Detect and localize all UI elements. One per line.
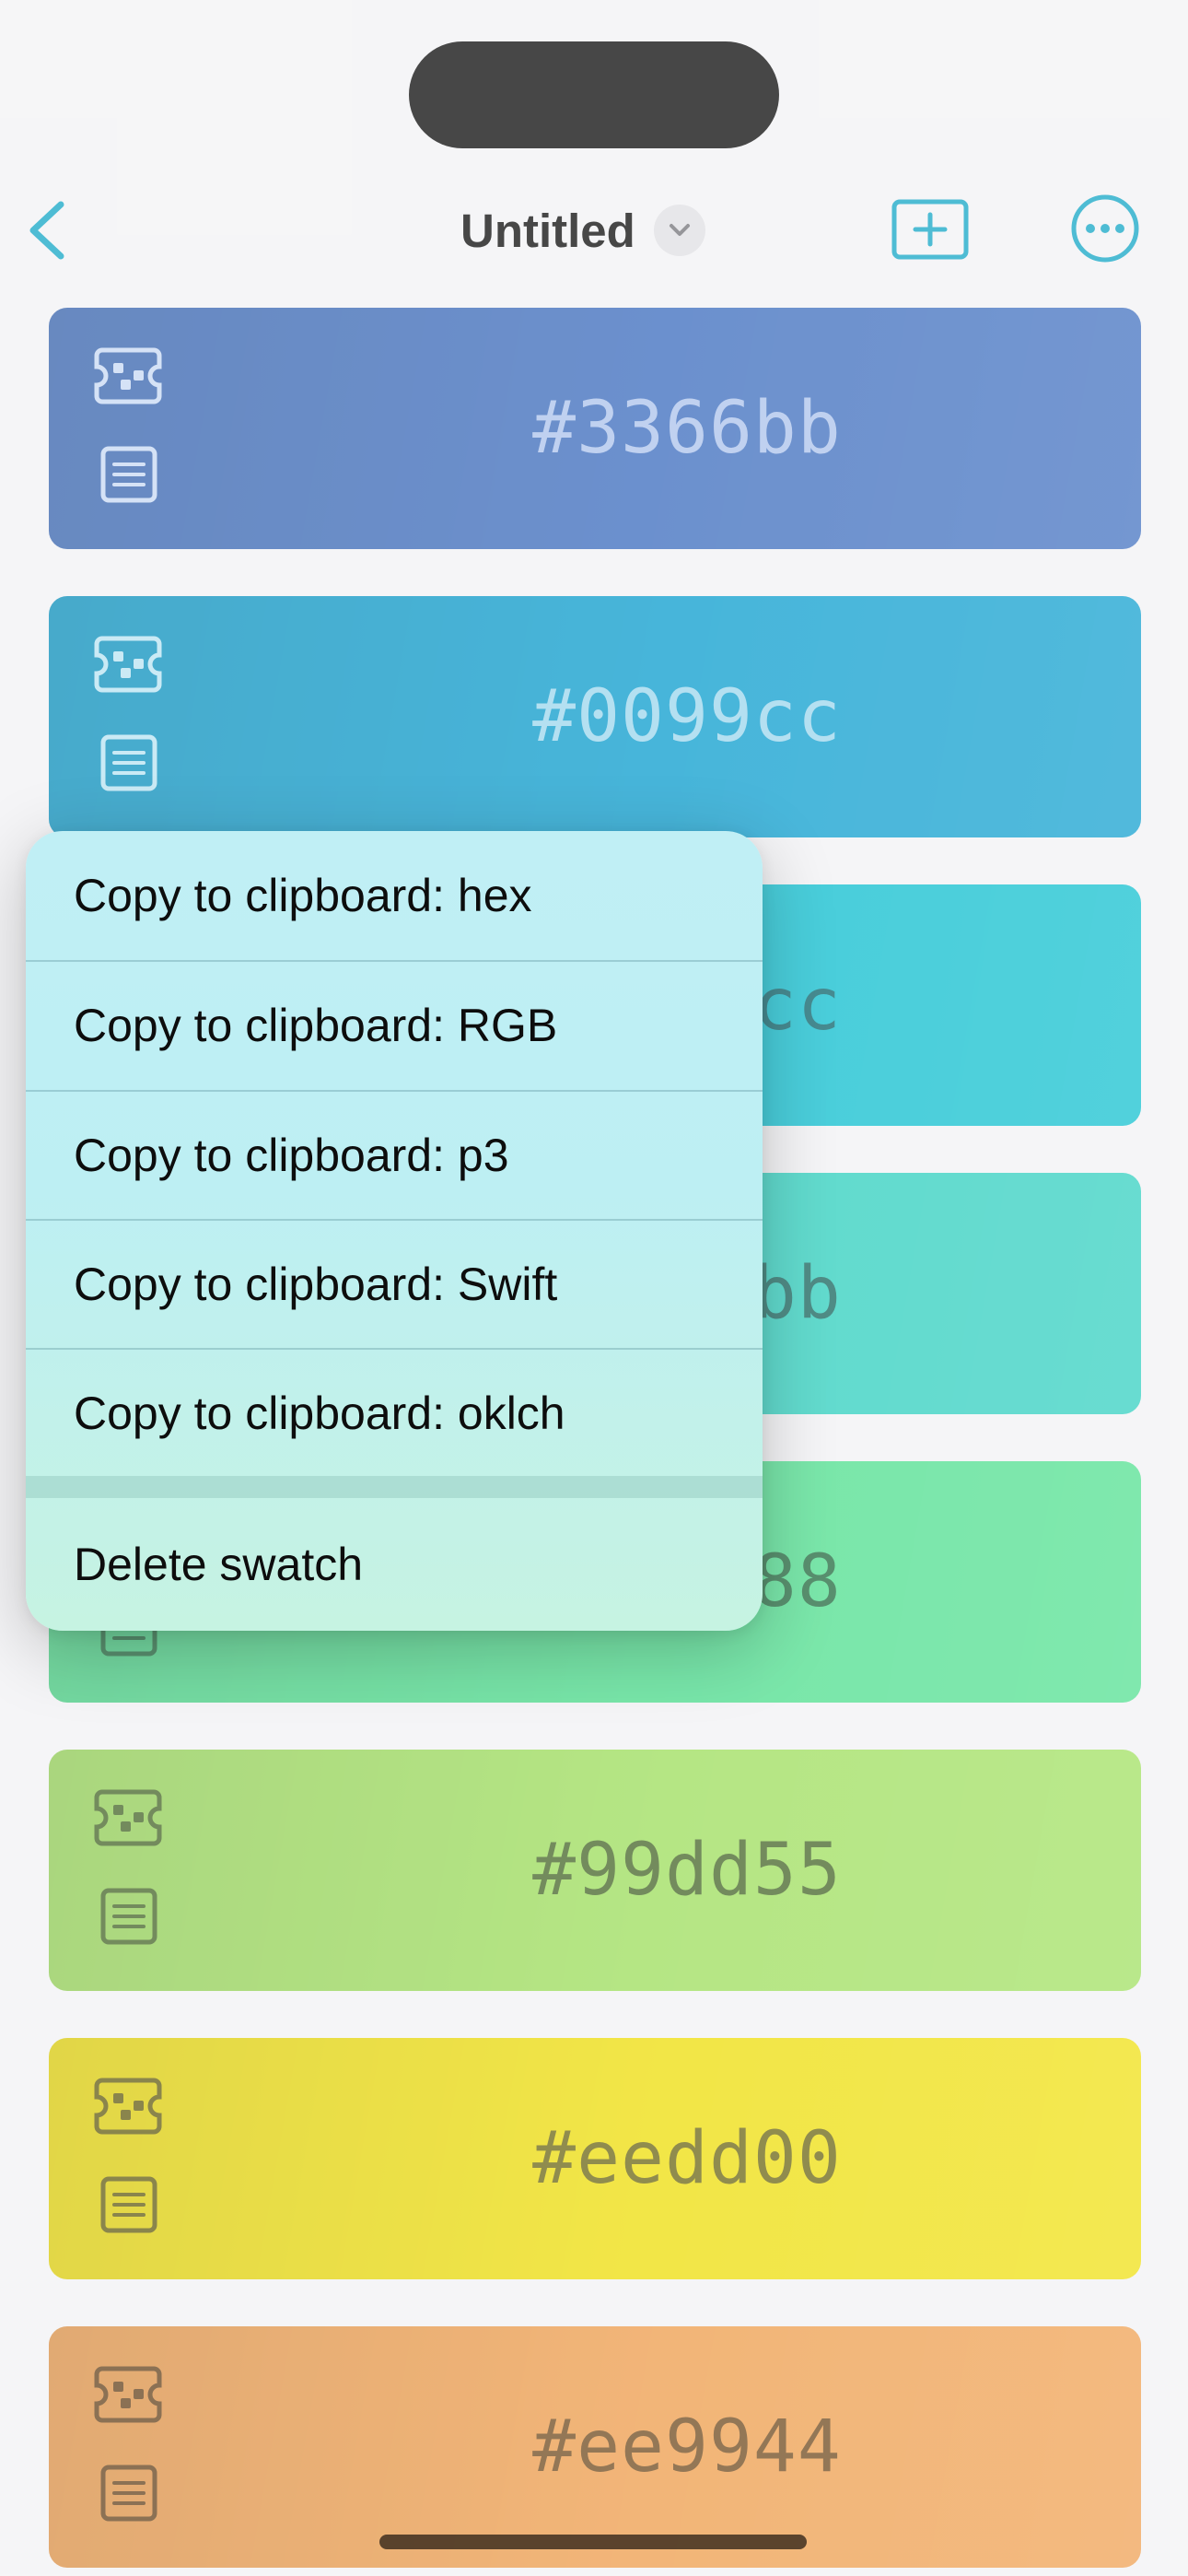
menu-item-label: Copy to clipboard: Swift — [74, 1259, 558, 1310]
swatch-hex-label: #0099cc — [532, 675, 842, 758]
menu-item-label: Copy to clipboard: p3 — [74, 1130, 509, 1181]
add-swatch-button[interactable] — [891, 199, 969, 260]
palette-icon[interactable] — [93, 1788, 163, 1847]
copy-p3-menu-item[interactable]: Copy to clipboard: p3 — [26, 1091, 763, 1220]
copy-rgb-menu-item[interactable]: Copy to clipboard: RGB — [26, 961, 763, 1090]
swatch-card[interactable]: #99dd55 — [49, 1750, 1141, 1991]
notes-icon[interactable] — [100, 446, 157, 503]
document-title-menu[interactable]: Untitled — [460, 203, 705, 258]
home-indicator — [379, 2535, 807, 2549]
swatch-hex-label: #3366bb — [532, 387, 842, 470]
page-title: Untitled — [460, 204, 635, 257]
swatch-card[interactable]: #3366bb — [49, 308, 1141, 549]
ellipsis-circle-icon — [1071, 194, 1139, 263]
swatch-card[interactable]: #ee9944 — [49, 2326, 1141, 2568]
notes-icon[interactable] — [100, 734, 157, 791]
palette-icon[interactable] — [93, 2365, 163, 2424]
plus-square-icon — [891, 199, 969, 260]
swatch-hex-label: #eedd00 — [532, 2117, 842, 2200]
menu-item-label: Copy to clipboard: RGB — [74, 1000, 558, 1051]
swatch-hex-label: #ee9944 — [532, 2406, 842, 2488]
copy-oklch-menu-item[interactable]: Copy to clipboard: oklch — [26, 1349, 763, 1478]
menu-section-gap — [26, 1476, 763, 1498]
swatch-card[interactable]: #0099cc — [49, 596, 1141, 837]
delete-swatch-menu-item[interactable]: Delete swatch — [26, 1498, 763, 1631]
menu-item-label: Delete swatch — [74, 1539, 364, 1590]
notes-icon[interactable] — [100, 2465, 157, 2522]
menu-item-label: Copy to clipboard: hex — [74, 870, 532, 921]
context-menu: Copy to clipboard: hex Copy to clipboard… — [26, 831, 763, 1631]
palette-icon[interactable] — [93, 346, 163, 405]
copy-hex-menu-item[interactable]: Copy to clipboard: hex — [26, 831, 763, 960]
navigation-bar: Untitled — [0, 175, 1188, 286]
back-button[interactable] — [18, 193, 83, 267]
chevron-down-icon — [653, 205, 705, 256]
more-button[interactable] — [1068, 192, 1142, 265]
palette-icon[interactable] — [93, 2077, 163, 2136]
swatch-hex-label: #99dd55 — [532, 1829, 842, 1912]
menu-item-label: Copy to clipboard: oklch — [74, 1388, 565, 1439]
copy-swift-menu-item[interactable]: Copy to clipboard: Swift — [26, 1220, 763, 1349]
swatch-card[interactable]: #eedd00 — [49, 2038, 1141, 2279]
chevron-left-icon — [29, 201, 64, 260]
notes-icon[interactable] — [100, 1888, 157, 1945]
notes-icon[interactable] — [100, 2176, 157, 2233]
dynamic-island — [409, 41, 779, 148]
palette-icon[interactable] — [93, 635, 163, 694]
